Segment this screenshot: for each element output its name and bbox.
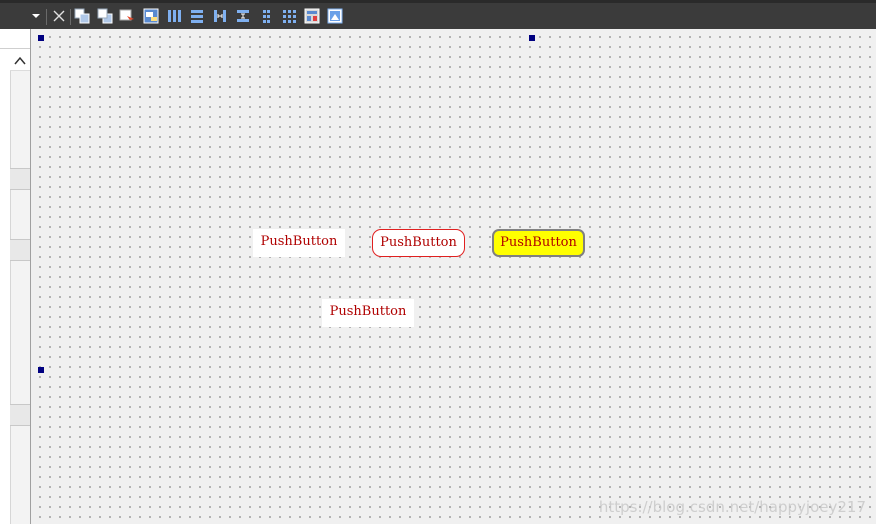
adjust-size-icon[interactable]: [327, 8, 343, 24]
form-canvas[interactable]: [32, 29, 876, 524]
panel-section[interactable]: [10, 404, 30, 426]
close-icon[interactable]: [51, 8, 67, 24]
break-layout-icon[interactable]: [304, 8, 320, 24]
panel-section[interactable]: [10, 239, 30, 261]
dropdown-arrow-icon[interactable]: [31, 10, 41, 22]
panel-section[interactable]: [10, 168, 30, 190]
watermark: https://blog.csdn.net/happyjoey217: [598, 498, 866, 516]
form-editor-toolbar: [0, 0, 876, 29]
left-side-panel: [0, 29, 31, 524]
edit-tab-order-icon[interactable]: [119, 8, 135, 24]
layout-horizontal-splitter-icon[interactable]: [212, 8, 228, 24]
toolbar-separator: [46, 9, 47, 25]
layout-grid-icon[interactable]: [281, 8, 297, 24]
push-button-1[interactable]: PushButton: [253, 229, 345, 257]
toolbar-separator: [70, 9, 71, 25]
selection-handle[interactable]: [38, 367, 44, 373]
layout-vertical-icon[interactable]: [189, 8, 205, 24]
selection-handle[interactable]: [529, 35, 535, 41]
panel-divider: [0, 48, 30, 49]
panel-scrollbar-track[interactable]: [10, 53, 30, 524]
scroll-up-button[interactable]: [10, 51, 30, 71]
chevron-up-icon: [14, 56, 26, 65]
push-button-2[interactable]: PushButton: [372, 229, 465, 257]
selection-handle[interactable]: [38, 35, 44, 41]
edit-buddies-icon[interactable]: [143, 8, 159, 24]
send-to-back-icon[interactable]: [74, 8, 90, 24]
bring-to-front-icon[interactable]: [97, 8, 113, 24]
layout-horizontal-icon[interactable]: [166, 8, 182, 24]
layout-form-icon[interactable]: [258, 8, 274, 24]
push-button-3[interactable]: PushButton: [492, 229, 585, 257]
push-button-4[interactable]: PushButton: [322, 299, 414, 327]
layout-vertical-splitter-icon[interactable]: [235, 8, 251, 24]
